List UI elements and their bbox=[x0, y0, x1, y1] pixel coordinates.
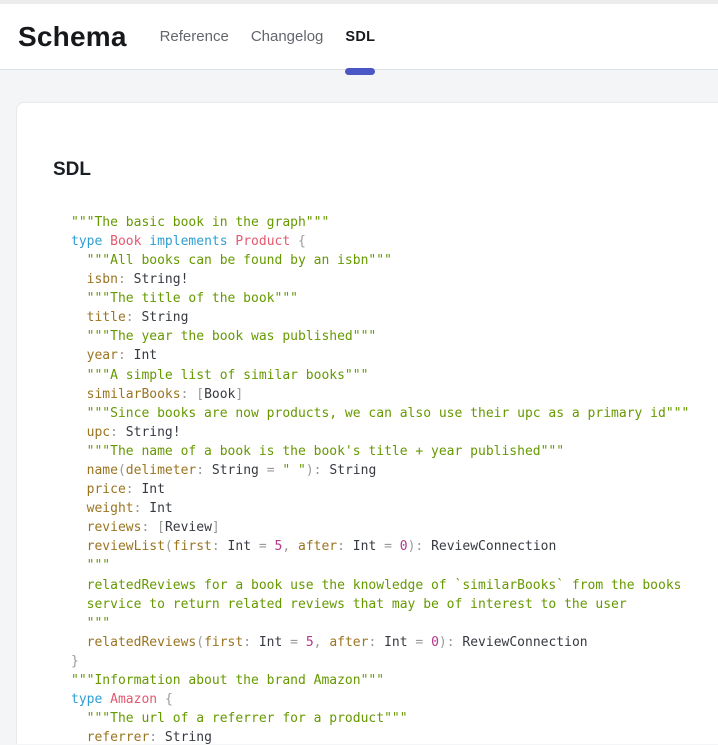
code-line: reviews: [Review] bbox=[71, 518, 718, 537]
code-line: service to return related reviews that m… bbox=[71, 595, 718, 614]
code-line: name(delimeter: String = " "): String bbox=[71, 461, 718, 480]
code-line: type Book implements Product { bbox=[71, 232, 718, 251]
tab-changelog[interactable]: Changelog bbox=[240, 4, 335, 70]
page-title: Schema bbox=[18, 21, 127, 53]
code-line: price: Int bbox=[71, 480, 718, 499]
code-line: """The title of the book""" bbox=[71, 289, 718, 308]
code-line: """ bbox=[71, 614, 718, 633]
schema-tabs: Reference Changelog SDL bbox=[149, 4, 387, 70]
code-line: } bbox=[71, 652, 718, 671]
tab-sdl[interactable]: SDL bbox=[334, 4, 386, 70]
tab-reference-label: Reference bbox=[160, 28, 229, 45]
code-line: """Information about the brand Amazon""" bbox=[71, 671, 718, 690]
code-line: """The year the book was published""" bbox=[71, 327, 718, 346]
code-line: """The url of a referrer for a product""… bbox=[71, 709, 718, 728]
tab-sdl-label: SDL bbox=[345, 29, 375, 45]
sdl-card-heading: SDL bbox=[53, 159, 718, 181]
code-line: type Amazon { bbox=[71, 690, 718, 709]
tab-changelog-label: Changelog bbox=[251, 28, 324, 45]
page-header: Schema Reference Changelog SDL bbox=[0, 4, 718, 70]
active-tab-indicator bbox=[345, 68, 375, 75]
sdl-code: """The basic book in the graph"""type Bo… bbox=[71, 213, 718, 744]
code-line: relatedReviews for a book use the knowle… bbox=[71, 576, 718, 595]
tab-reference[interactable]: Reference bbox=[149, 4, 240, 70]
code-line: relatedReviews(first: Int = 5, after: In… bbox=[71, 633, 718, 652]
code-line: referrer: String bbox=[71, 728, 718, 744]
code-line: upc: String! bbox=[71, 423, 718, 442]
code-line: similarBooks: [Book] bbox=[71, 385, 718, 404]
code-line: """A simple list of similar books""" bbox=[71, 366, 718, 385]
code-line: weight: Int bbox=[71, 499, 718, 518]
code-line: """Since books are now products, we can … bbox=[71, 404, 718, 423]
page-body: SDL """The basic book in the graph"""typ… bbox=[0, 70, 718, 744]
code-line: """ bbox=[71, 556, 718, 575]
code-line: """The name of a book is the book's titl… bbox=[71, 442, 718, 461]
code-line: """All books can be found by an isbn""" bbox=[71, 251, 718, 270]
code-line: title: String bbox=[71, 308, 718, 327]
code-line: """The basic book in the graph""" bbox=[71, 213, 718, 232]
code-line: year: Int bbox=[71, 346, 718, 365]
code-line: isbn: String! bbox=[71, 270, 718, 289]
sdl-card: SDL """The basic book in the graph"""typ… bbox=[16, 102, 718, 744]
code-line: reviewList(first: Int = 5, after: Int = … bbox=[71, 537, 718, 556]
